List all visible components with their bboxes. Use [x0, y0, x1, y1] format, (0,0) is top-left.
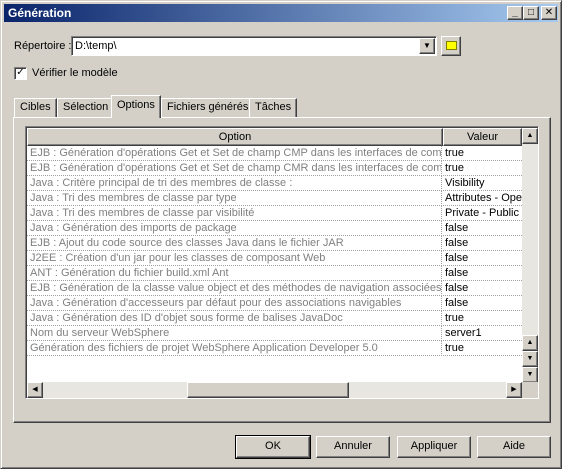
- value-cell[interactable]: false: [443, 221, 522, 236]
- horizontal-scrollbar[interactable]: ◀ ▶: [27, 382, 522, 398]
- option-cell: Java : Génération des imports de package: [27, 221, 442, 236]
- table-row[interactable]: Génération des fichiers de projet WebSph…: [27, 341, 522, 356]
- table-row[interactable]: Java : Tri des membres de classe par typ…: [27, 191, 522, 206]
- minimize-button[interactable]: _: [507, 6, 523, 20]
- table-row[interactable]: EJB : Génération d'opérations Get et Set…: [27, 146, 522, 161]
- scroll-down-button[interactable]: ▼: [522, 367, 538, 383]
- value-cell[interactable]: false: [443, 296, 522, 311]
- value-cell[interactable]: true: [443, 341, 522, 356]
- value-column-header[interactable]: Valeur: [443, 128, 522, 146]
- option-cell: EJB : Génération d'opérations Get et Set…: [27, 161, 442, 176]
- vertical-scrollbar[interactable]: ▲ ▲ ▼ ▼: [522, 128, 538, 383]
- value-cell[interactable]: false: [443, 236, 522, 251]
- directory-combo[interactable]: D:\temp\ ▼: [71, 36, 437, 56]
- scroll-up-button[interactable]: ▲: [522, 128, 538, 144]
- value-cell[interactable]: false: [443, 266, 522, 281]
- tab-taches[interactable]: Tâches: [249, 98, 298, 117]
- value-cell[interactable]: Visibility: [443, 176, 522, 191]
- directory-label: Répertoire :: [14, 40, 72, 52]
- table-row[interactable]: EJB : Ajout du code source des classes J…: [27, 236, 522, 251]
- browse-folder-button[interactable]: [441, 36, 461, 56]
- table-row[interactable]: Java : Tri des membres de classe par vis…: [27, 206, 522, 221]
- option-cell: Java : Génération des ID d'objet sous fo…: [27, 311, 442, 326]
- option-cell: Java : Génération d'accesseurs par défau…: [27, 296, 442, 311]
- option-cell: Génération des fichiers de projet WebSph…: [27, 341, 442, 356]
- scroll-down-button-upper[interactable]: ▼: [522, 351, 538, 367]
- generation-dialog: Génération _ □ ✕ Répertoire : D:\temp\ ▼…: [0, 0, 562, 469]
- maximize-button[interactable]: □: [523, 6, 539, 20]
- verify-model-label: Vérifier le modèle: [32, 67, 118, 79]
- table-row[interactable]: EJB : Génération d'opérations Get et Set…: [27, 161, 522, 176]
- tab-fichiers-generes[interactable]: Fichiers générés: [161, 98, 255, 117]
- options-grid: Option Valeur EJB : Génération d'opérati…: [25, 126, 539, 399]
- option-cell: Java : Tri des membres de classe par typ…: [27, 191, 442, 206]
- tab-selection[interactable]: Sélection: [57, 98, 115, 117]
- directory-value: D:\temp\: [75, 40, 117, 52]
- scroll-right-button[interactable]: ▶: [506, 382, 522, 398]
- table-row[interactable]: EJB : Génération de la classe value obje…: [27, 281, 522, 296]
- table-row[interactable]: Java : Génération des imports de package…: [27, 221, 522, 236]
- close-button[interactable]: ✕: [541, 6, 557, 20]
- option-cell: ANT : Génération du fichier build.xml An…: [27, 266, 442, 281]
- option-cell: EJB : Génération d'opérations Get et Set…: [27, 146, 442, 161]
- table-row[interactable]: ANT : Génération du fichier build.xml An…: [27, 266, 522, 281]
- title-bar[interactable]: Génération _ □ ✕: [4, 4, 558, 22]
- grid-rows: EJB : Génération d'opérations Get et Set…: [27, 146, 522, 356]
- value-cell[interactable]: Private - Public: [443, 206, 522, 221]
- scroll-corner: [522, 382, 538, 398]
- table-row[interactable]: Java : Génération des ID d'objet sous fo…: [27, 311, 522, 326]
- table-row[interactable]: Nom du serveur WebSphere server1: [27, 326, 522, 341]
- option-column-header[interactable]: Option: [27, 128, 443, 146]
- cancel-button[interactable]: Annuler: [316, 436, 390, 458]
- horizontal-scroll-thumb[interactable]: [187, 382, 349, 398]
- value-cell[interactable]: true: [443, 161, 522, 176]
- table-row[interactable]: Java : Critère principal de tri des memb…: [27, 176, 522, 191]
- grid-header: Option Valeur: [27, 128, 522, 146]
- apply-button[interactable]: Appliquer: [397, 436, 471, 458]
- option-cell: Java : Critère principal de tri des memb…: [27, 176, 442, 191]
- option-cell: EJB : Ajout du code source des classes J…: [27, 236, 442, 251]
- verify-model-checkbox[interactable]: ✓: [14, 67, 27, 80]
- value-cell[interactable]: true: [443, 311, 522, 326]
- option-cell: Java : Tri des membres de classe par vis…: [27, 206, 442, 221]
- ok-button[interactable]: OK: [235, 435, 311, 459]
- value-cell[interactable]: Attributes - Opera: [443, 191, 522, 206]
- help-button[interactable]: Aide: [477, 436, 551, 458]
- value-cell[interactable]: server1: [443, 326, 522, 341]
- option-cell: J2EE : Création d'un jar pour les classe…: [27, 251, 442, 266]
- value-cell[interactable]: false: [443, 281, 522, 296]
- scroll-left-button[interactable]: ◀: [27, 382, 43, 398]
- scroll-up-button-lower[interactable]: ▲: [522, 335, 538, 351]
- table-row[interactable]: J2EE : Création d'un jar pour les classe…: [27, 251, 522, 266]
- folder-icon: [446, 41, 457, 50]
- window-title: Génération: [8, 6, 72, 20]
- tab-cibles[interactable]: Cibles: [14, 98, 57, 117]
- table-row[interactable]: Java : Génération d'accesseurs par défau…: [27, 296, 522, 311]
- value-cell[interactable]: true: [443, 146, 522, 161]
- value-cell[interactable]: false: [443, 251, 522, 266]
- chevron-down-icon[interactable]: ▼: [419, 38, 435, 54]
- tab-options[interactable]: Options: [111, 95, 161, 118]
- option-cell: Nom du serveur WebSphere: [27, 326, 442, 341]
- option-cell: EJB : Génération de la classe value obje…: [27, 281, 442, 296]
